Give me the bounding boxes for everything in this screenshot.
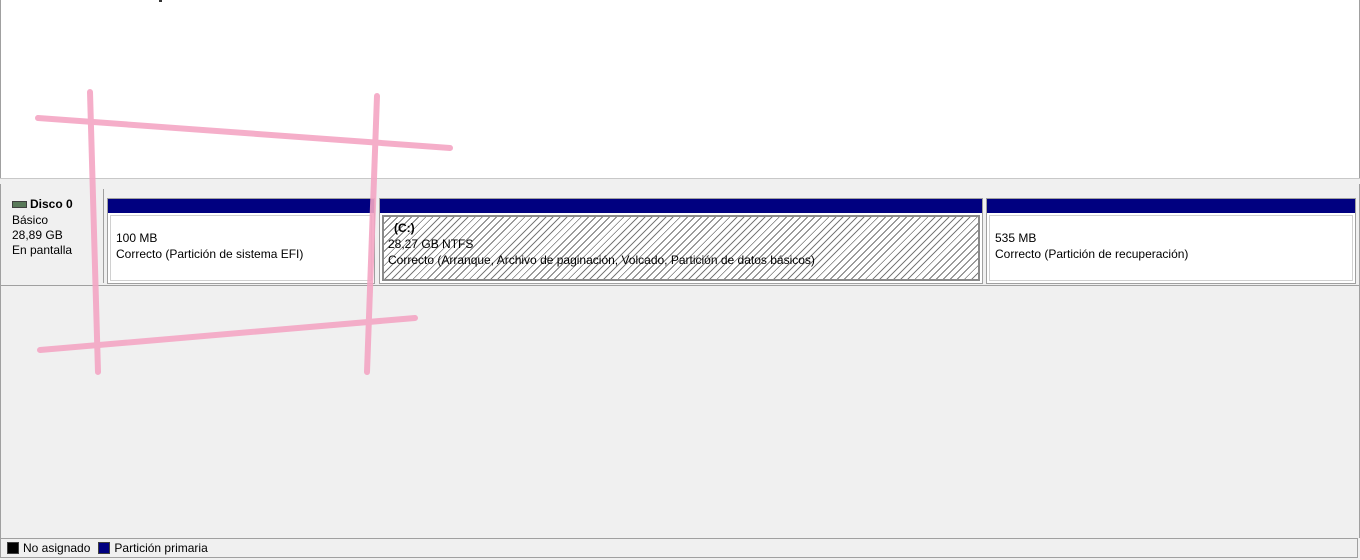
partition-status: Correcto (Partición de sistema EFI) bbox=[116, 247, 304, 261]
partition-efi[interactable]: 100 MB Correcto (Partición de sistema EF… bbox=[107, 198, 375, 284]
legend-item-primary: Partición primaria bbox=[98, 541, 208, 555]
disk-header[interactable]: Disco 0 Básico 28,89 GB En pantalla bbox=[5, 189, 104, 283]
disk-meta: Básico 28,89 GB En pantalla bbox=[12, 213, 72, 258]
primary-partition-bar bbox=[987, 199, 1355, 213]
partition-c[interactable]: (C:) 28,27 GB NTFS Correcto (Arranque, A… bbox=[379, 198, 983, 284]
legend-label-primary: Partición primaria bbox=[114, 541, 208, 555]
legend-bar: No asignado Partición primaria bbox=[0, 538, 1358, 558]
legend-label-unallocated: No asignado bbox=[23, 541, 91, 555]
disk-row: Disco 0 Básico 28,89 GB En pantalla 100 … bbox=[1, 189, 1359, 286]
primary-swatch bbox=[98, 542, 111, 554]
primary-partition-bar bbox=[108, 199, 374, 213]
legend-item-unallocated: No asignado bbox=[7, 541, 90, 555]
disk-management-window: Disco 0 Básico 28,89 GB En pantalla 100 … bbox=[0, 0, 1360, 560]
partition-status: Correcto (Partición de recuperación) bbox=[995, 247, 1189, 261]
partition-content: 535 MB Correcto (Partición de recuperaci… bbox=[989, 215, 1353, 281]
disk-type: Básico bbox=[12, 213, 49, 227]
partition-size: 28,27 GB NTFS bbox=[388, 237, 474, 251]
partition-content: 100 MB Correcto (Partición de sistema EF… bbox=[110, 215, 372, 281]
disk-status: En pantalla bbox=[12, 243, 73, 257]
disk-name-line: Disco 0 bbox=[12, 197, 73, 211]
partition-letter: (C:) bbox=[394, 221, 415, 235]
primary-partition-bar bbox=[380, 199, 982, 213]
graphical-disk-pane[interactable]: Disco 0 Básico 28,89 GB En pantalla 100 … bbox=[0, 184, 1360, 538]
disk-size: 28,89 GB bbox=[12, 228, 63, 242]
cursor-artifact bbox=[159, 0, 162, 2]
disk-drive-icon bbox=[12, 200, 27, 208]
partition-content: (C:) 28,27 GB NTFS Correcto (Arranque, A… bbox=[382, 215, 980, 281]
partition-size: 100 MB bbox=[116, 231, 158, 245]
disk-name: Disco 0 bbox=[30, 197, 73, 211]
unallocated-swatch bbox=[7, 542, 19, 554]
volume-list-pane[interactable] bbox=[0, 0, 1360, 178]
partition-recovery[interactable]: 535 MB Correcto (Partición de recuperaci… bbox=[986, 198, 1356, 284]
partition-size: 535 MB bbox=[995, 231, 1037, 245]
partition-status: Correcto (Arranque, Archivo de paginació… bbox=[388, 253, 815, 267]
